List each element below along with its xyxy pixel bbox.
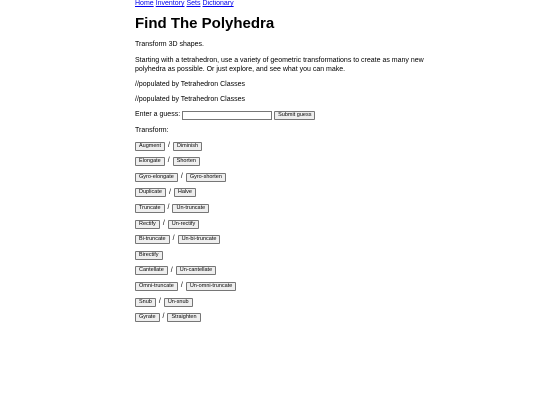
snub-button[interactable]: Snub bbox=[135, 297, 156, 307]
transform-separator: / bbox=[180, 173, 183, 181]
transform-row: Rectify / Un-rectify bbox=[135, 219, 435, 229]
transform-separator: / bbox=[167, 157, 170, 165]
straighten-button[interactable]: Straighten bbox=[167, 313, 201, 323]
nav-link-home[interactable]: Home bbox=[135, 0, 154, 7]
diminish-button[interactable]: Diminish bbox=[172, 141, 203, 151]
transform-row: Gyrate / Straighten bbox=[135, 313, 435, 323]
bi-truncate-button[interactable]: Bi-truncate bbox=[135, 235, 170, 245]
un-rectify-button[interactable]: Un-rectify bbox=[167, 219, 200, 229]
transform-separator: / bbox=[168, 141, 170, 149]
augment-button[interactable]: Augment bbox=[135, 141, 166, 151]
content-column: Home Inventory Sets Dictionary Find The Pol… bbox=[135, 0, 435, 323]
un-truncate-button[interactable]: Un-truncate bbox=[172, 203, 210, 213]
duplicate-button[interactable]: Duplicate bbox=[135, 188, 166, 198]
transform-list: Augment / Diminish Elongate / Shorten Gyro-elo… bbox=[135, 141, 435, 323]
shorten-button[interactable]: Shorten bbox=[172, 157, 200, 167]
description: Starting with a tetrahedron, use a varie… bbox=[135, 56, 424, 73]
top-nav: Home Inventory Sets Dictionary bbox=[135, 0, 435, 8]
un-snub-button[interactable]: Un-snub bbox=[163, 297, 193, 307]
transform-row: Omni-truncate / Un-omni-truncate bbox=[135, 281, 435, 291]
transform-separator: / bbox=[158, 297, 161, 305]
transform-separator: / bbox=[162, 313, 165, 321]
transform-row: Bi-truncate / Un-bi-truncate bbox=[135, 235, 435, 245]
halve-button[interactable]: Halve bbox=[173, 188, 196, 198]
transform-row: Cantellate / Un-cantellate bbox=[135, 266, 435, 276]
transform-separator: / bbox=[167, 204, 170, 212]
un-bi-truncate-button[interactable]: Un-bi-truncate bbox=[177, 235, 221, 245]
page-title: Find The Polyhedra bbox=[135, 15, 275, 32]
transform-row: Snub / Un-snub bbox=[135, 297, 435, 307]
transform-row: Elongate / Shorten bbox=[135, 157, 435, 167]
gyro-shorten-button[interactable]: Gyro-shorten bbox=[185, 172, 226, 182]
un-omni-truncate-button[interactable]: Un-omni-truncate bbox=[185, 281, 237, 291]
elongate-button[interactable]: Elongate bbox=[135, 157, 165, 167]
transform-row: Duplicate / Halve bbox=[135, 188, 435, 198]
cantellate-button[interactable]: Cantellate bbox=[135, 266, 168, 276]
guess-label: Enter a guess: bbox=[135, 110, 181, 118]
transform-separator: / bbox=[170, 266, 173, 274]
gyrate-button[interactable]: Gyrate bbox=[135, 313, 160, 323]
guess-input[interactable] bbox=[182, 110, 273, 120]
transform-separator: / bbox=[180, 282, 183, 290]
transform-separator: / bbox=[168, 188, 171, 196]
nav-link-sets[interactable]: Sets bbox=[186, 0, 200, 7]
birectify-button[interactable]: Birectify bbox=[135, 250, 163, 260]
populated-text-1: //populated by Tetrahedron Classes bbox=[135, 81, 245, 89]
page: Home Inventory Sets Dictionary Find The Pol… bbox=[0, 0, 540, 405]
guess-form: Enter a guess: Submit guess bbox=[135, 109, 435, 121]
omni-truncate-button[interactable]: Omni-truncate bbox=[135, 281, 178, 291]
transform-separator: / bbox=[162, 219, 165, 227]
nav-link-dictionary[interactable]: Dictionary bbox=[203, 0, 234, 7]
rectify-button[interactable]: Rectify bbox=[135, 219, 160, 229]
truncate-button[interactable]: Truncate bbox=[135, 203, 165, 213]
transform-row: Gyro-elongate / Gyro-shorten bbox=[135, 172, 435, 182]
transform-label: Transform: bbox=[135, 127, 169, 135]
gyro-elongate-button[interactable]: Gyro-elongate bbox=[135, 172, 178, 182]
transform-row: Augment / Diminish bbox=[135, 141, 435, 151]
nav-link-inventory[interactable]: Inventory bbox=[156, 0, 185, 7]
populated-text-2: //populated by Tetrahedron Classes bbox=[135, 95, 245, 103]
submit-guess-button[interactable]: Submit guess bbox=[274, 110, 316, 120]
tagline: Transform 3D shapes. bbox=[135, 40, 204, 48]
transform-separator: / bbox=[172, 235, 175, 243]
transform-row: Birectify bbox=[135, 250, 435, 260]
un-cantellate-button[interactable]: Un-cantellate bbox=[175, 266, 217, 276]
transform-row: Truncate / Un-truncate bbox=[135, 203, 435, 213]
